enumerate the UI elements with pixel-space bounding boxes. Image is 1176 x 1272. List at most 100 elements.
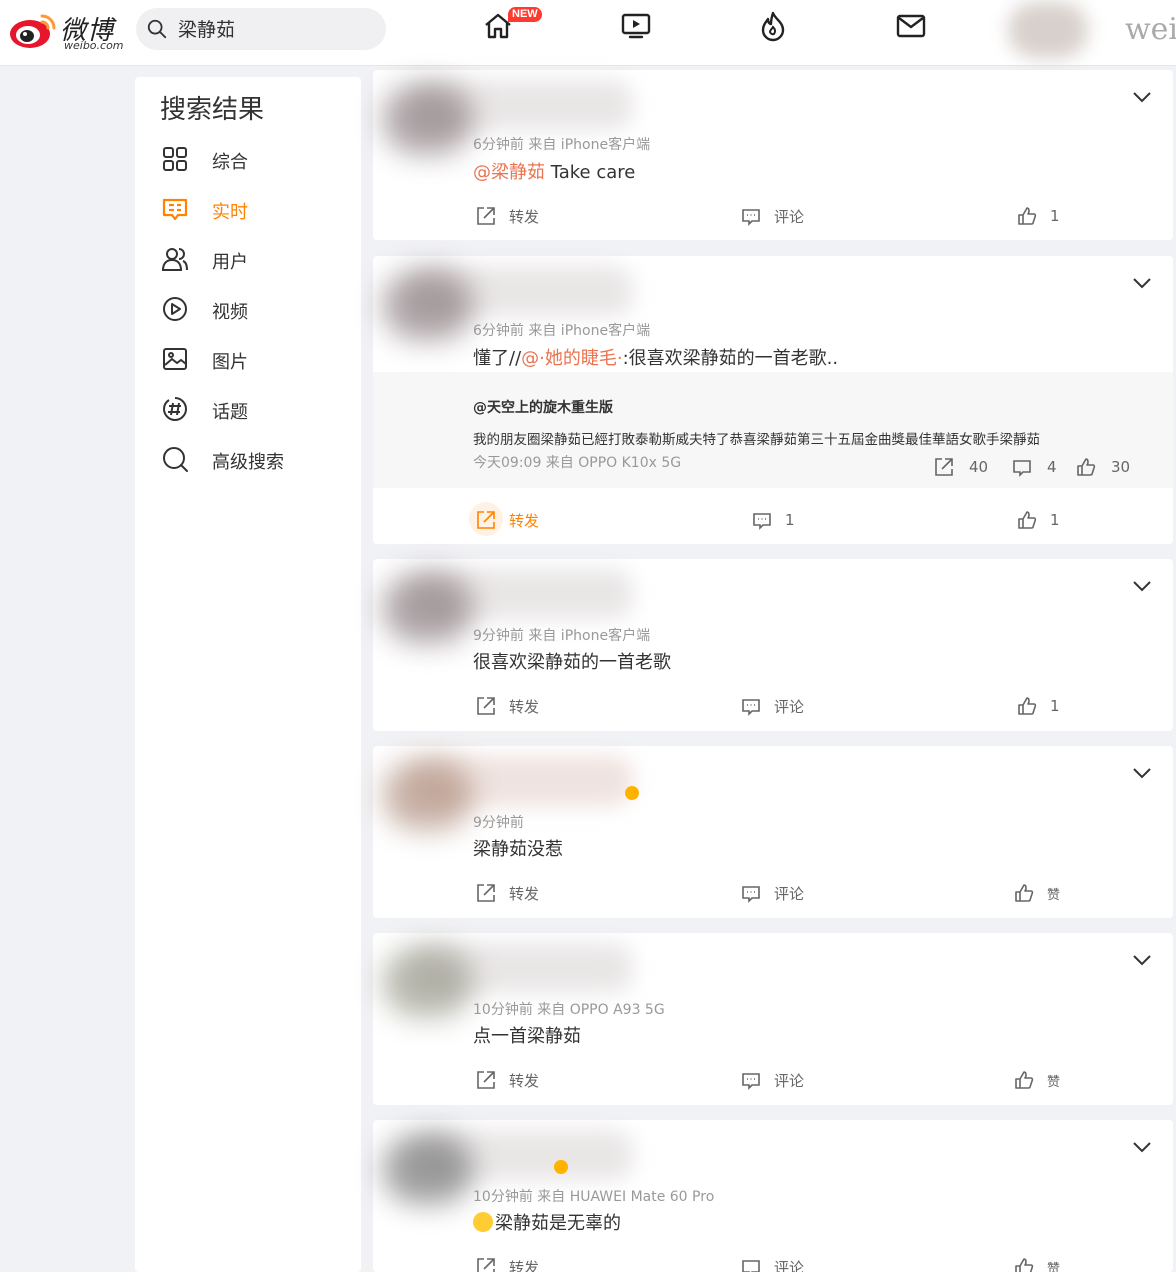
crying-laugh-emoji-icon — [473, 1212, 493, 1232]
hot-icon — [761, 11, 785, 42]
count-label: 4 — [1047, 458, 1057, 476]
like-icon — [1018, 511, 1037, 529]
sidebar-item-realtime[interactable]: 实时 — [161, 193, 351, 225]
like-icon — [1015, 1071, 1034, 1089]
comment-button[interactable]: 评论 — [740, 879, 804, 907]
comment-icon — [742, 886, 760, 903]
search-icon — [147, 19, 167, 39]
top-bar: 微博 weibo.com NEW w — [0, 0, 1176, 66]
like-button[interactable]: 1 — [1016, 692, 1060, 720]
grid-icon — [161, 145, 189, 173]
chevron-down-icon[interactable] — [1131, 579, 1153, 593]
post-body-prefix: 懂了// — [473, 348, 522, 369]
repost-label: 转发 — [509, 884, 540, 903]
sidebar-item-images[interactable]: 图片 — [161, 343, 351, 375]
comment-button[interactable]: 评论 — [740, 202, 804, 230]
nav-video[interactable] — [620, 10, 652, 42]
chevron-down-icon[interactable] — [1131, 953, 1153, 967]
like-button[interactable]: 1 — [1016, 506, 1060, 534]
comment-label: 评论 — [774, 207, 805, 226]
repost-button[interactable]: 转发 — [469, 502, 539, 536]
count-label: 40 — [969, 458, 989, 476]
chevron-down-icon[interactable] — [1131, 1140, 1153, 1154]
video-icon — [621, 13, 651, 39]
post-actions: 转发 评论 1 — [373, 692, 1173, 722]
weibo-logo[interactable]: 微博 weibo.com — [8, 6, 124, 56]
retweet-text: 我的朋友圈梁静茹已經打敗泰勒斯威夫特了恭喜梁靜茹第三十五屆金曲獎最佳華語女歌手梁… — [473, 432, 1040, 448]
search-bar[interactable] — [136, 8, 386, 50]
post-avatar[interactable] — [383, 1134, 473, 1204]
comment-button[interactable]: 评论 — [740, 1253, 804, 1272]
sidebar-item-label: 实时 — [212, 202, 248, 223]
user-badge-icon — [625, 786, 639, 800]
comment-button[interactable]: 评论 — [740, 692, 804, 720]
feed-post: 10分钟前 来自 OPPO A93 5G 点一首梁静茹 转发 评论 赞 — [373, 933, 1173, 1105]
repost-label: 转发 — [509, 697, 540, 716]
chevron-down-icon[interactable] — [1131, 766, 1153, 780]
repost-button[interactable]: 转发 — [475, 1066, 539, 1094]
retweet-box[interactable]: @天空上的旋木重生版 我的朋友圈梁静茹已經打敗泰勒斯威夫特了恭喜梁靜茹第三十五屆… — [373, 372, 1173, 488]
post-body: 梁静茹是无辜的 — [495, 1213, 621, 1234]
nav-mail[interactable] — [895, 10, 927, 42]
repost-icon — [477, 697, 495, 715]
post-avatar[interactable] — [383, 760, 473, 830]
like-button[interactable]: 赞 — [1013, 1066, 1060, 1094]
chevron-down-icon[interactable] — [1131, 276, 1153, 290]
repost-label: 转发 — [509, 207, 540, 226]
retweet-user[interactable]: @天空上的旋木重生版 — [473, 397, 613, 417]
post-body: Take care — [545, 162, 636, 183]
chevron-down-icon[interactable] — [1131, 90, 1153, 104]
feed-post: 9分钟前 梁静茹没惹 转发 评论 赞 — [373, 746, 1173, 918]
repost-button[interactable]: 转发 — [475, 879, 539, 907]
sidebar-item-label: 用户 — [212, 252, 248, 273]
user-name-text[interactable]: wei — [1125, 12, 1176, 47]
post-avatar[interactable] — [383, 270, 473, 340]
retweet-meta: 今天09:09 来自 OPPO K10x 5G — [473, 455, 682, 471]
retweet-repost-count[interactable]: 40 — [933, 456, 988, 478]
logo-domain: weibo.com — [64, 39, 124, 52]
repost-button[interactable]: 转发 — [475, 1253, 539, 1272]
like-button[interactable]: 赞 — [1013, 1253, 1060, 1272]
repost-label: 转发 — [509, 1071, 540, 1090]
like-icon — [1015, 884, 1034, 902]
user-badge-icon — [554, 1160, 568, 1174]
post-avatar[interactable] — [383, 573, 473, 643]
nav-hot[interactable] — [757, 10, 789, 42]
post-avatar[interactable] — [383, 84, 473, 154]
feed-post: 10分钟前 来自 HUAWEI Mate 60 Pro 梁静茹是无辜的 转发 评… — [373, 1120, 1173, 1272]
like-icon — [1077, 458, 1096, 476]
like-button[interactable]: 1 — [1016, 202, 1060, 230]
sidebar-item-topics[interactable]: 话题 — [161, 393, 351, 425]
realtime-icon — [161, 195, 189, 223]
repost-label: 转发 — [509, 1258, 540, 1272]
repost-button[interactable]: 转发 — [475, 692, 539, 720]
like-count: 1 — [1050, 697, 1060, 715]
retweet-like-count[interactable]: 30 — [1075, 456, 1130, 478]
sidebar-item-users[interactable]: 用户 — [161, 243, 351, 275]
repost-icon — [477, 511, 495, 529]
post-avatar[interactable] — [383, 947, 473, 1017]
repost-icon — [477, 1258, 495, 1272]
like-button[interactable]: 赞 — [1013, 879, 1060, 907]
search-sidebar: 搜索结果 综合 实时 用户 视频 图片 话题 高级搜索 — [135, 77, 361, 1272]
comment-label: 评论 — [774, 884, 805, 903]
user-avatar[interactable] — [1008, 2, 1088, 58]
post-meta: 6分钟前 来自 iPhone客户端 — [473, 323, 651, 339]
retweet-comment-count[interactable]: 4 — [1011, 456, 1057, 478]
sidebar-item-video[interactable]: 视频 — [161, 293, 351, 325]
repost-button[interactable]: 转发 — [475, 202, 539, 230]
comment-label: 评论 — [774, 1071, 805, 1090]
search-input[interactable] — [178, 17, 368, 39]
post-meta: 9分钟前 — [473, 815, 524, 831]
mention-link[interactable]: @梁静茹 — [473, 162, 545, 183]
mention-link[interactable]: @·她的睫毛· — [521, 348, 622, 369]
post-actions: 转发 评论 赞 — [373, 879, 1173, 909]
sidebar-item-advanced-search[interactable]: 高级搜索 — [161, 443, 351, 475]
comment-button[interactable]: 1 — [751, 506, 795, 534]
sidebar-item-comprehensive[interactable]: 综合 — [161, 143, 351, 175]
comment-button[interactable]: 评论 — [740, 1066, 804, 1094]
sidebar-item-label: 话题 — [212, 402, 248, 423]
feed-post: 9分钟前 来自 iPhone客户端 很喜欢梁静茹的一首老歌 转发 评论 1 — [373, 559, 1173, 731]
post-meta: 10分钟前 来自 HUAWEI Mate 60 Pro — [473, 1189, 715, 1205]
repost-icon — [477, 207, 495, 225]
